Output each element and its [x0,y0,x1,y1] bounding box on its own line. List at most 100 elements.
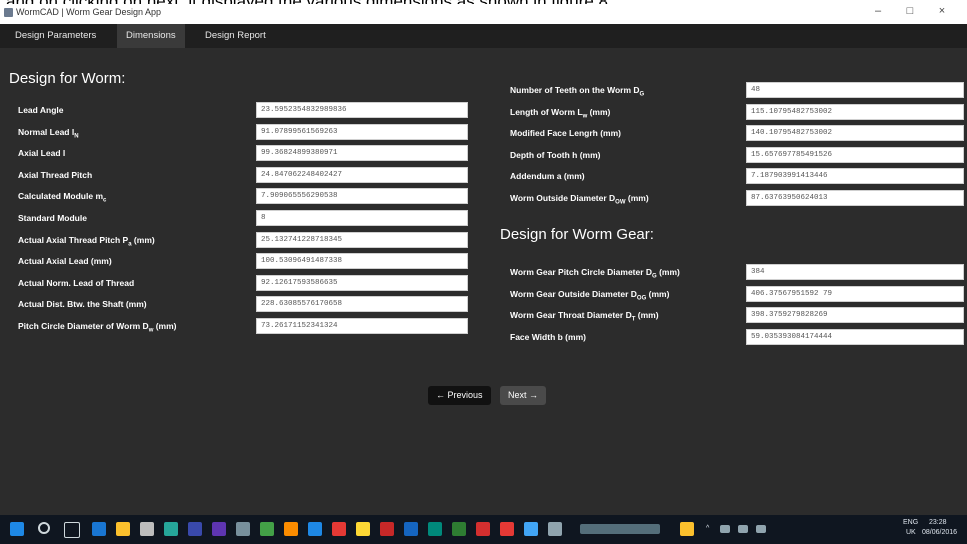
label-text: Face Width b (mm) [510,331,586,342]
region-indicator: UK [906,529,916,536]
label-subscript: OG [636,295,647,302]
label-text: Addendum a (mm) [510,171,585,182]
worm-value-field[interactable]: 7.909065556290538 [256,188,468,205]
label-suffix: (mm) [131,234,155,245]
previous-button[interactable]: ← Previous [428,386,491,405]
search-icon[interactable] [38,522,50,534]
maximize-button[interactable]: □ [900,5,920,17]
worm-value-field[interactable]: 25.132741228718345 [256,231,468,248]
worm-gear-value-field[interactable]: 406.37567951592 79 [746,285,964,302]
app-icon-13[interactable] [452,522,466,536]
notification-icon[interactable] [756,525,766,533]
worm-label: Actual Axial Lead (mm) [18,256,112,269]
worm-value-field[interactable]: 228.63085576170658 [256,296,468,313]
worm-gear-value-field[interactable]: 59.035393084174444 [746,328,964,345]
app-icon-9[interactable] [356,522,370,536]
app-icon-3[interactable] [212,522,226,536]
worm-label: Actual Axial Thread Pitch Pa (mm) [18,235,155,248]
volume-icon[interactable] [738,525,748,533]
clock-time[interactable]: 23:28 [929,519,947,526]
worm-gear-label: Worm Gear Pitch Circle Diameter DG (mm) [510,267,680,280]
app-icon-8[interactable] [332,522,346,536]
worm-value-field[interactable]: 24.847062248402427 [256,166,468,183]
app-icon-18[interactable] [680,522,694,536]
worm-label: Modified Face Lengrh (mm) [510,128,621,141]
app-icon-4[interactable] [236,522,250,536]
windows-taskbar: ^ ENG UK 23:28 08/06/2016 [0,515,967,544]
label-subscript: N [74,133,79,140]
app-icon-2[interactable] [188,522,202,536]
next-button[interactable]: Next → [500,386,547,405]
label-text: Worm Gear Throat Diameter D [510,310,632,321]
worm-label: Depth of Tooth h (mm) [510,150,601,163]
label-text: Actual Dist. Btw. the Shaft (mm) [18,299,147,310]
tab-design-parameters[interactable]: Design Parameters [6,24,105,48]
language-indicator[interactable]: ENG [903,519,918,526]
label-text: Standard Module [18,213,87,223]
label-text: Calculated Module m [18,191,104,202]
minimize-button[interactable]: – [868,5,888,17]
worm-value-field[interactable]: 140.10795482753002 [746,125,964,142]
app-icon-16[interactable] [524,522,538,536]
worm-label: Actual Dist. Btw. the Shaft (mm) [18,299,147,312]
worm-value-field[interactable]: 100.53096491487338 [256,253,468,270]
worm-gear-label: Worm Gear Throat Diameter DT (mm) [510,310,659,323]
worm-gear-value-field[interactable]: 384 [746,264,964,280]
worm-value-field[interactable]: 87.63763950624013 [746,190,964,206]
tab-design-report[interactable]: Design Report [196,24,275,48]
label-subscript: OW [615,199,626,206]
app-icon-1[interactable] [164,522,178,536]
app-icon-5[interactable] [260,522,274,536]
label-text: Depth of Tooth h (mm) [510,149,601,160]
worm-value-field[interactable]: 115.10795482753002 [746,103,964,120]
label-suffix: (mm) [656,267,680,277]
label-text: Axial Lead l [18,148,66,159]
worm-value-field[interactable]: 23.5952354832989836 [256,102,468,118]
worm-label: Worm Outside Diameter DOW (mm) [510,193,649,206]
tab-navbar: Design Parameters Dimensions Design Repo… [0,24,967,48]
worm-value-field[interactable]: 15.657697785491526 [746,146,964,163]
worm-gear-value-field[interactable]: 398.3759279828269 [746,307,964,324]
worm-label: Axial Thread Pitch [18,170,92,183]
label-text: Actual Norm. Lead of Thread [18,277,135,288]
worm-value-field[interactable]: 92.12617593586635 [256,274,468,291]
app-icon-7[interactable] [308,522,322,536]
label-text: Pitch Circle Diameter of Worm D [18,321,149,331]
label-text: Lead Angle [18,105,64,115]
store-icon[interactable] [140,522,154,536]
app-icon-14[interactable] [476,522,490,536]
worm-label: Length of Worm Lw (mm) [510,107,610,120]
worm-label: Lead Angle [18,105,64,118]
worm-value-field[interactable]: 48 [746,82,964,98]
label-text: Worm Gear Pitch Circle Diameter D [510,267,653,277]
close-button[interactable]: × [932,5,952,17]
edge-icon[interactable] [92,522,106,536]
worm-value-field[interactable]: 91.07899561569263 [256,123,468,140]
start-icon[interactable] [10,522,24,536]
media-player-widget[interactable] [580,524,660,534]
label-text: Modified Face Lengrh (mm) [510,128,621,139]
file-explorer-icon[interactable] [116,522,130,536]
app-icon-12[interactable] [428,522,442,536]
tab-dimensions[interactable]: Dimensions [117,24,185,48]
worm-value-field[interactable]: 7.187903991413446 [746,168,964,185]
worm-label: Number of Teeth on the Worm DG [510,85,644,98]
app-icon-17[interactable] [548,522,562,536]
app-icon-6[interactable] [284,522,298,536]
worm-value-field[interactable]: 73.26171152341324 [256,318,468,334]
worm-label: Normal Lead lN [18,127,79,140]
network-icon[interactable] [720,525,730,533]
app-icon-15[interactable] [500,522,514,536]
window-titlebar: WormCAD | Worm Gear Design App – □ × [0,4,967,22]
app-icon [4,8,13,17]
worm-gear-label: Worm Gear Outside Diameter DOG (mm) [510,289,669,302]
app-icon-11[interactable] [404,522,418,536]
worm-label: Actual Norm. Lead of Thread [18,278,134,291]
label-text: Worm Outside Diameter D [510,193,616,203]
app-icon-10[interactable] [380,522,394,536]
task-view-icon[interactable] [64,522,80,538]
worm-value-field[interactable]: 99.36824899380971 [256,145,468,162]
tray-chevron-icon[interactable]: ^ [706,525,709,532]
worm-value-field[interactable]: 8 [256,210,468,226]
label-subscript: G [639,91,645,98]
